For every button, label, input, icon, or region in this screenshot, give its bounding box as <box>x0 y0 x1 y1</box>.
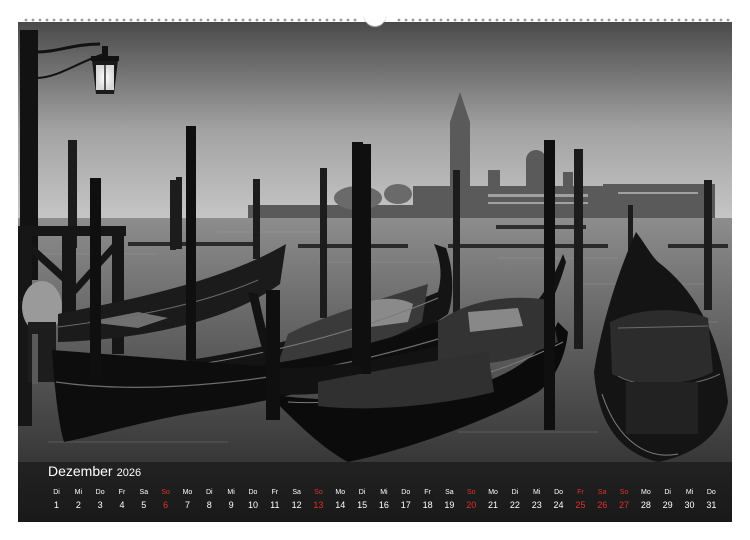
day-number: 12 <box>291 500 302 510</box>
day-number: 1 <box>53 500 59 510</box>
day-cell: Mo 14 <box>330 488 351 516</box>
weekday-label: Fr <box>271 489 279 496</box>
day-number: 29 <box>662 500 673 510</box>
day-number: 25 <box>575 500 586 510</box>
weekday-label: Mo <box>335 489 346 496</box>
weekday-label: Mi <box>74 489 83 496</box>
day-number: 23 <box>531 500 542 510</box>
day-cell: Do 3 <box>90 488 111 516</box>
day-cell: Mi 9 <box>221 488 242 516</box>
day-number: 20 <box>466 500 477 510</box>
day-cell: Sa 12 <box>286 488 307 516</box>
day-number: 11 <box>270 500 280 510</box>
day-cell: Do 10 <box>242 488 263 516</box>
day-strip: Di 1 Mi 2 Do 3 Fr 4 Sa 5 So 6 Mo 7 Di 8 Mi 9 Do 10 Fr 11 Sa 12 S… <box>46 488 722 516</box>
day-cell: Do 17 <box>395 488 416 516</box>
weekday-label: So <box>161 489 170 496</box>
weekday-label: Di <box>511 489 519 496</box>
day-cell: So 20 <box>461 488 482 516</box>
day-cell: Sa 19 <box>439 488 460 516</box>
day-cell: Mi 2 <box>68 488 89 516</box>
day-number: 26 <box>597 500 608 510</box>
day-cell: Di 29 <box>657 488 678 516</box>
weekday-label: So <box>619 489 629 496</box>
day-cell: Sa 26 <box>592 488 613 516</box>
day-cell: Fr 18 <box>417 488 438 516</box>
weekday-label: Mi <box>227 489 235 496</box>
day-cell: Di 15 <box>352 488 373 516</box>
weekday-label: Sa <box>139 489 149 496</box>
day-cell: Di 1 <box>46 488 67 516</box>
day-number: 4 <box>119 500 125 510</box>
day-cell: Mi 23 <box>526 488 547 516</box>
weekday-label: Fr <box>118 489 126 496</box>
weekday-label: Di <box>358 489 366 496</box>
weekday-label: Do <box>706 489 716 496</box>
day-number: 6 <box>163 500 169 510</box>
day-number: 21 <box>488 500 499 510</box>
weekday-label: Mi <box>685 489 694 496</box>
weekday-label: Mo <box>488 489 498 496</box>
day-number: 8 <box>206 500 212 510</box>
day-cell: Di 8 <box>199 488 220 516</box>
day-cell: Di 22 <box>504 488 525 516</box>
day-cell: So 6 <box>155 488 176 516</box>
day-cell: Sa 5 <box>133 488 154 516</box>
day-number: 16 <box>378 500 389 510</box>
day-number: 15 <box>357 500 368 510</box>
weekday-label: Sa <box>292 489 301 496</box>
day-cell: So 13 <box>308 488 329 516</box>
weekday-label: Di <box>205 489 213 496</box>
day-number: 18 <box>422 500 433 510</box>
weekday-label: Mo <box>640 489 651 496</box>
calendar-page: Dezember 2026 Di 1 Mi 2 Do 3 Fr 4 Sa 5 So 6 Mo 7 Di 8 Mi 9… <box>18 22 732 522</box>
month-name: Dezember <box>48 463 113 479</box>
year-label: 2026 <box>116 467 142 479</box>
day-cell: So 27 <box>614 488 635 516</box>
weekday-label: Mo <box>182 489 193 496</box>
day-cell: Mi 16 <box>373 488 394 516</box>
day-cell: Fr 25 <box>570 488 591 516</box>
venice-gondolas-photo <box>18 22 732 522</box>
day-number: 14 <box>335 500 346 510</box>
month-title: Dezember 2026 <box>48 463 141 479</box>
day-number: 31 <box>706 500 717 510</box>
weekday-label: Do <box>248 489 258 496</box>
day-cell: Mo 21 <box>483 488 504 516</box>
day-number: 30 <box>684 500 695 510</box>
day-cell: Fr 11 <box>264 488 285 516</box>
day-number: 7 <box>184 500 190 510</box>
weekday-label: So <box>314 489 323 496</box>
day-number: 13 <box>313 500 324 510</box>
day-number: 2 <box>75 500 81 510</box>
day-cell: Mo 7 <box>177 488 198 516</box>
weekday-label: Sa <box>445 489 454 496</box>
weekday-label: Fr <box>577 489 584 496</box>
day-number: 24 <box>553 500 564 510</box>
day-cell: Fr 4 <box>111 488 132 516</box>
day-cell: Mo 28 <box>635 488 656 516</box>
weekday-label: Di <box>664 489 671 496</box>
weekday-label: Di <box>53 489 60 496</box>
day-cell: Mi 30 <box>679 488 700 516</box>
day-number: 28 <box>640 500 651 510</box>
day-number: 5 <box>141 500 147 510</box>
day-number: 9 <box>228 500 234 510</box>
weekday-label: Mi <box>380 489 388 496</box>
weekday-label: Sa <box>597 489 607 496</box>
day-number: 27 <box>619 500 630 510</box>
day-number: 10 <box>247 500 258 510</box>
day-number: 17 <box>400 500 411 510</box>
day-number: 3 <box>97 500 103 510</box>
day-number: 19 <box>444 500 455 510</box>
weekday-label: Do <box>95 489 105 496</box>
day-cell: Do 24 <box>548 488 569 516</box>
weekday-label: Fr <box>424 489 431 496</box>
day-cell: Do 31 <box>701 488 722 516</box>
weekday-label: Do <box>401 489 411 496</box>
weekday-label: Do <box>554 489 564 496</box>
weekday-label: So <box>466 489 476 496</box>
day-number: 22 <box>509 500 520 510</box>
weekday-label: Mi <box>533 489 541 496</box>
